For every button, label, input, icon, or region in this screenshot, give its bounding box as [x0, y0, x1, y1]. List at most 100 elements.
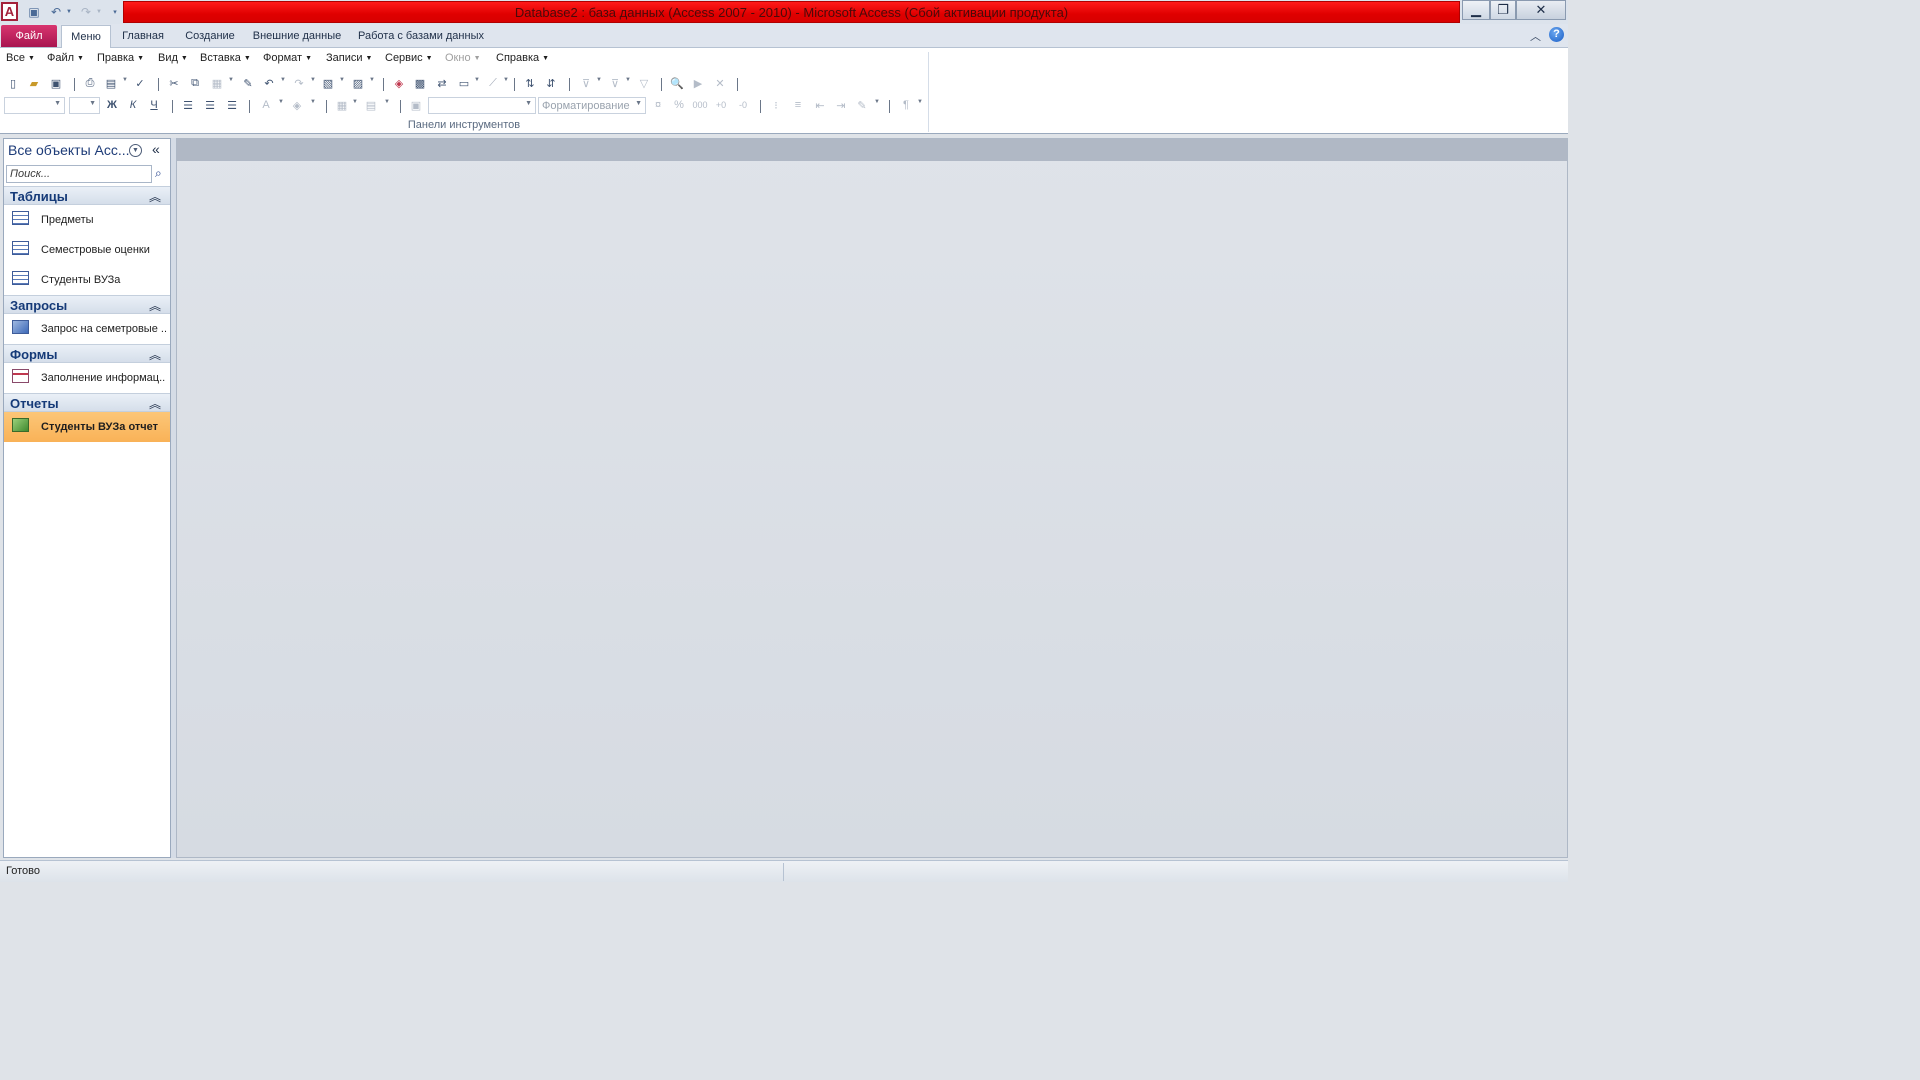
properties-icon[interactable]: ▩	[412, 75, 428, 91]
query-icon	[12, 320, 29, 334]
open-folder-icon[interactable]: ▰	[26, 75, 42, 91]
collapse-group-icon[interactable]: ︽	[149, 297, 161, 314]
undo-toolbar-icon[interactable]: ↶	[261, 75, 277, 91]
decrease-indent-icon: ⇤	[815, 99, 825, 112]
undo-toolbar-dropdown-icon[interactable]: ▼	[280, 77, 286, 83]
align-left-icon[interactable]: ☰	[180, 97, 196, 113]
close-button[interactable]: ✕	[1516, 0, 1566, 20]
access-logo-icon[interactable]: A	[1, 2, 18, 21]
relationships-icon[interactable]: ⇄	[434, 75, 450, 91]
sort-ascending-icon[interactable]: ⇅	[522, 75, 538, 91]
toolbars-group-label: Панели инструментов	[407, 119, 521, 131]
nav-group-forms[interactable]: Формы ︽	[4, 344, 170, 363]
code-icon[interactable]: ◈	[391, 75, 407, 91]
italic-icon[interactable]: К	[125, 97, 141, 113]
collapse-group-icon[interactable]: ︽	[149, 395, 161, 412]
print-preview-icon[interactable]: ▤	[103, 75, 119, 91]
minimize-ribbon-icon[interactable]: ︿	[1530, 28, 1541, 44]
title-bar-caption: Database2 : база данных (Access 2007 - 2…	[123, 1, 1460, 23]
percent-format-icon: %	[674, 99, 684, 111]
currency-format-icon: ¤	[654, 99, 662, 111]
menu-insert[interactable]: Вставка ▼	[200, 52, 251, 64]
navigation-pane: Все объекты Acc... ▼ « ⌕ Таблицы ︽ Предм…	[3, 138, 171, 858]
nav-search-input[interactable]	[6, 165, 152, 183]
tab-file[interactable]: Файл	[1, 25, 57, 47]
customize-qat-icon[interactable]: ▾	[110, 3, 120, 21]
tab-database-tools[interactable]: Работа с базами данных	[354, 25, 488, 48]
formatting-toolbar: ▼ ▼ Ж К Ч ☰ ☰ ☰ A ▼ ◈ ▼ ▦ ▼ ▤ ▼ ▣ ▼ Форм…	[0, 94, 928, 116]
nav-item-label: Студенты ВУЗа отчет	[41, 421, 159, 433]
spelling-icon[interactable]: ✓	[132, 75, 148, 91]
paste-icon: ▦	[211, 77, 223, 90]
increase-indent-icon: ⇥	[836, 99, 846, 112]
help-icon[interactable]: ?	[1549, 27, 1564, 42]
font-size-combo[interactable]: ▼	[69, 97, 100, 114]
cut-icon[interactable]: ✂	[166, 75, 182, 91]
format-painter-icon[interactable]: ✎	[240, 75, 256, 91]
sort-descending-icon[interactable]: ⇵	[543, 75, 559, 91]
nav-item-table-semester-grades[interactable]: Семестровые оценки	[4, 235, 170, 265]
minimize-button[interactable]: ▁	[1462, 0, 1490, 20]
tab-create[interactable]: Создание	[180, 25, 240, 48]
nav-item-label: Студенты ВУЗа	[41, 274, 121, 286]
office-links-dropdown-icon[interactable]: ▼	[339, 77, 345, 83]
form-icon	[12, 369, 29, 383]
tab-home[interactable]: Главная	[115, 25, 171, 48]
table-icon	[12, 271, 29, 285]
menu-records[interactable]: Записи ▼	[326, 52, 372, 64]
new-object-dropdown-icon[interactable]: ▼	[474, 77, 480, 83]
nav-item-table-predmety[interactable]: Предметы	[4, 205, 170, 235]
new-file-icon[interactable]: ▯	[5, 75, 21, 91]
ribbon-group-separator	[928, 52, 929, 132]
nav-item-report-students[interactable]: Студенты ВУЗа отчет	[4, 412, 170, 442]
search-icon[interactable]: ⌕	[155, 166, 162, 181]
align-right-icon[interactable]: ☰	[224, 97, 240, 113]
collapse-group-icon[interactable]: ︽	[149, 346, 161, 363]
nav-pane-title[interactable]: Все объекты Acc...	[8, 142, 130, 158]
find-icon[interactable]: 🔍	[669, 75, 685, 91]
analyze-dropdown-icon[interactable]: ▼	[369, 77, 375, 83]
menu-help[interactable]: Справка ▼	[496, 52, 549, 64]
toolbar-separator	[400, 100, 401, 113]
collapse-group-icon[interactable]: ︽	[149, 188, 161, 205]
menu-file[interactable]: Файл ▼	[47, 52, 84, 64]
undo-dropdown-icon[interactable]: ▼	[65, 3, 73, 21]
undo-icon[interactable]: ↶	[48, 3, 64, 21]
underline-icon[interactable]: Ч	[146, 97, 162, 113]
object-combo[interactable]: ▼	[4, 97, 65, 114]
menu-view[interactable]: Вид ▼	[158, 52, 188, 64]
menu-tools[interactable]: Сервис ▼	[385, 52, 433, 64]
collapse-pane-icon[interactable]: «	[152, 141, 160, 157]
nav-item-query-semester[interactable]: Запрос на семетровые ...	[4, 314, 170, 344]
tab-menu[interactable]: Меню	[61, 25, 111, 48]
filter-by-form-icon: ⊽	[610, 77, 620, 90]
nav-group-reports[interactable]: Отчеты ︽	[4, 393, 170, 412]
menu-edit[interactable]: Правка ▼	[97, 52, 144, 64]
office-links-icon[interactable]: ▧	[320, 75, 336, 91]
new-record-icon: ▶	[693, 77, 703, 90]
save-file-icon[interactable]: ▣	[48, 75, 64, 91]
align-center-icon[interactable]: ☰	[202, 97, 218, 113]
nav-item-form-fill-info[interactable]: Заполнение информац...	[4, 363, 170, 393]
analyze-icon[interactable]: ▨	[350, 75, 366, 91]
report-icon	[12, 418, 29, 432]
nav-item-table-students[interactable]: Студенты ВУЗа	[4, 265, 170, 295]
bold-icon[interactable]: Ж	[104, 97, 120, 113]
title-bar: A ▣ ↶ ▼ ↷ ▼ ▾ Database2 : база данных (A…	[0, 0, 1568, 24]
maximize-button[interactable]: ❐	[1490, 0, 1516, 20]
nav-menu-dropdown-icon[interactable]: ▼	[129, 144, 142, 157]
font-color-dropdown-icon: ▼	[278, 99, 284, 105]
print-dropdown-icon[interactable]: ▼	[122, 77, 128, 83]
menu-all[interactable]: Все ▼	[6, 52, 35, 64]
fill-color-dropdown-icon: ▼	[310, 99, 316, 105]
print-icon[interactable]: ⎙	[82, 75, 98, 91]
save-icon[interactable]: ▣	[26, 3, 42, 21]
new-object-icon[interactable]: ▭	[456, 75, 472, 91]
menu-format[interactable]: Формат ▼	[263, 52, 312, 64]
copy-icon[interactable]: ⧉	[187, 75, 203, 91]
nav-pane-header[interactable]: Все объекты Acc... ▼ «	[4, 139, 170, 161]
nav-item-label: Предметы	[41, 214, 94, 226]
nav-group-tables[interactable]: Таблицы ︽	[4, 186, 170, 205]
nav-group-queries[interactable]: Запросы ︽	[4, 295, 170, 314]
tab-external-data[interactable]: Внешние данные	[248, 25, 346, 48]
